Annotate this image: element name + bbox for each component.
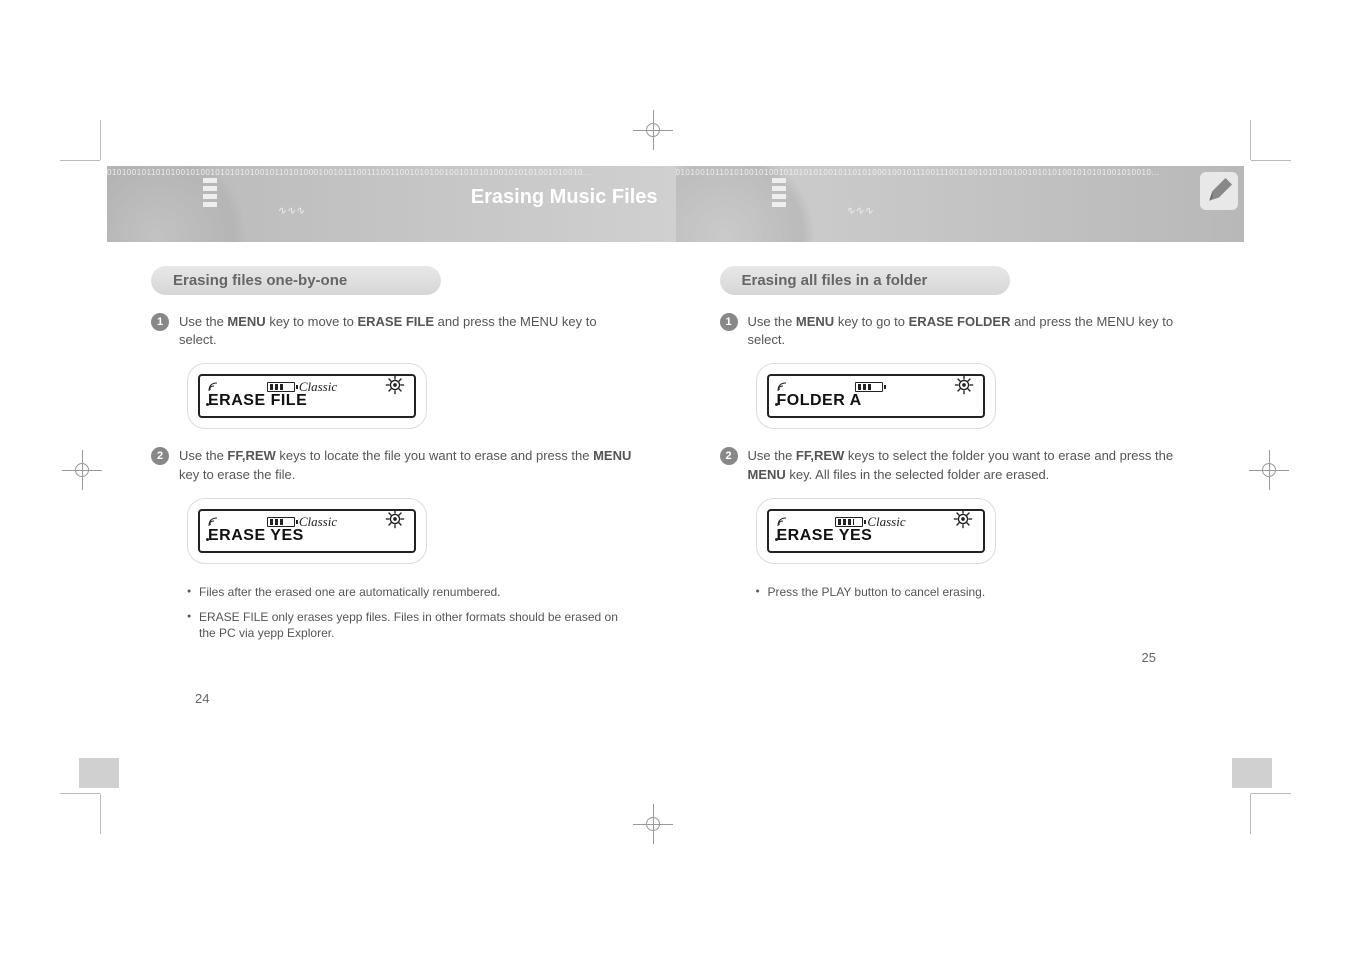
crop-line bbox=[60, 793, 100, 794]
lcd-display-2: Classic ERASE YES bbox=[756, 498, 996, 564]
page-number-left: 24 bbox=[195, 691, 209, 706]
step-text: Use the MENU key to go to ERASE FOLDER a… bbox=[748, 313, 1201, 349]
page-left: 0101001011010100101001010101010010110101… bbox=[107, 166, 676, 788]
step-text: Use the FF,REW keys to locate the file y… bbox=[179, 447, 632, 483]
gear-icon bbox=[953, 374, 975, 401]
notes-list: Press the PLAY button to cancel erasing. bbox=[756, 584, 1201, 601]
crop-line bbox=[1251, 160, 1291, 161]
page-right: 0101001011010100101001010101010010110101… bbox=[676, 166, 1245, 788]
battery-icon bbox=[267, 517, 295, 527]
notes-list: Files after the erased one are automatic… bbox=[187, 584, 632, 642]
page-number-right: 25 bbox=[1142, 650, 1156, 665]
indicator-dot bbox=[206, 538, 209, 541]
lcd-display-1: Classic ERASE FILE bbox=[187, 363, 427, 429]
header-band-left: 0101001011010100101001010101010010110101… bbox=[107, 166, 676, 242]
lcd-text: FOLDER A bbox=[777, 392, 975, 410]
gear-icon bbox=[384, 508, 406, 535]
binary-decoration: 0101001011010100101001010101010010110101… bbox=[676, 168, 1245, 177]
lcd-display-1: FOLDER A bbox=[756, 363, 996, 429]
note-item: Press the PLAY button to cancel erasing. bbox=[756, 584, 1201, 601]
lcd-text: ERASE FILE bbox=[208, 392, 406, 410]
header-stripes-icon bbox=[203, 178, 217, 207]
corner-decoration bbox=[79, 758, 119, 788]
section-heading-right: Erasing all files in a folder bbox=[720, 266, 1010, 295]
step-text: Use the MENU key to move to ERASE FILE a… bbox=[179, 313, 632, 349]
gear-icon bbox=[952, 508, 974, 535]
gear-icon bbox=[384, 374, 406, 401]
step-2: 2 Use the FF,REW keys to select the fold… bbox=[720, 447, 1201, 483]
page-title-left: Erasing Music Files bbox=[471, 186, 658, 209]
registration-mark-right bbox=[1249, 450, 1289, 490]
step-number: 1 bbox=[720, 313, 738, 331]
mode-label: Classic bbox=[867, 514, 905, 530]
section-heading-left: Erasing files one-by-one bbox=[151, 266, 441, 295]
step-number: 1 bbox=[151, 313, 169, 331]
crop-line bbox=[1251, 793, 1291, 794]
registration-mark-top bbox=[633, 110, 673, 150]
corner-decoration bbox=[1232, 758, 1272, 788]
indicator-dot bbox=[775, 538, 778, 541]
header-stripes-icon bbox=[772, 178, 786, 207]
crop-line bbox=[100, 794, 101, 834]
battery-icon bbox=[267, 382, 295, 392]
step-1: 1 Use the MENU key to move to ERASE FILE… bbox=[151, 313, 632, 349]
header-decoration: ∿∿∿ bbox=[277, 204, 305, 217]
binary-decoration: 0101001011010100101001010101010010110101… bbox=[107, 168, 676, 177]
crop-line bbox=[60, 160, 100, 161]
pen-icon bbox=[1200, 172, 1238, 210]
crop-line bbox=[1250, 794, 1251, 834]
step-text: Use the FF,REW keys to select the folder… bbox=[748, 447, 1201, 483]
lcd-display-2: Classic ERASE YES bbox=[187, 498, 427, 564]
note-item: ERASE FILE only erases yepp files. Files… bbox=[187, 609, 632, 643]
registration-mark-bottom bbox=[633, 804, 673, 844]
step-number: 2 bbox=[151, 447, 169, 465]
step-1: 1 Use the MENU key to go to ERASE FOLDER… bbox=[720, 313, 1201, 349]
registration-mark-left bbox=[62, 450, 102, 490]
mode-label: Classic bbox=[299, 514, 337, 530]
header-decoration: ∿∿∿ bbox=[846, 204, 874, 217]
step-2: 2 Use the FF,REW keys to locate the file… bbox=[151, 447, 632, 483]
header-band-right: 0101001011010100101001010101010010110101… bbox=[676, 166, 1245, 242]
note-item: Files after the erased one are automatic… bbox=[187, 584, 632, 601]
battery-icon bbox=[835, 517, 863, 527]
crop-line bbox=[100, 120, 101, 160]
step-number: 2 bbox=[720, 447, 738, 465]
battery-icon bbox=[855, 382, 883, 392]
crop-line bbox=[1250, 120, 1251, 160]
